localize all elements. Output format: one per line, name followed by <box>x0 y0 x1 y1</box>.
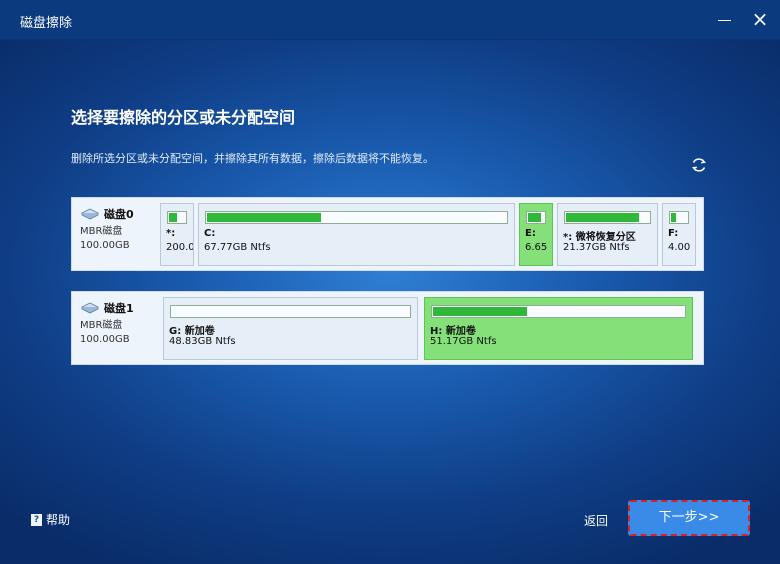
disk-info: 磁盘1 MBR磁盘 100.00GB <box>80 300 160 347</box>
disk-size: 100.00GB <box>80 240 130 251</box>
disk-name: 磁盘1 <box>104 302 134 315</box>
partition-block[interactable]: C: 67.77GB Ntfs <box>198 203 515 266</box>
usage-bar <box>170 305 411 318</box>
minimize-button[interactable] <box>712 8 736 32</box>
usage-bar <box>526 211 546 224</box>
partition-block[interactable]: G: 新加卷 48.83GB Ntfs <box>163 297 418 360</box>
help-label: 帮助 <box>46 513 71 527</box>
minimize-icon <box>717 20 731 21</box>
usage-bar <box>431 305 686 318</box>
partition-size: 200.0 <box>166 242 194 253</box>
refresh-icon[interactable] <box>690 156 708 174</box>
usage-fill <box>169 213 178 222</box>
usage-fill <box>433 307 527 316</box>
partition-label: G: 新加卷 <box>169 326 215 337</box>
partition-block[interactable]: H: 新加卷 51.17GB Ntfs <box>424 297 693 360</box>
page-heading: 选择要擦除的分区或未分配空间 <box>71 108 296 127</box>
partition-block[interactable]: F: 4.00 <box>662 203 696 266</box>
usage-bar <box>167 211 187 224</box>
partition-block[interactable]: *: 200.0 <box>160 203 194 266</box>
disk-type: MBR磁盘 <box>80 320 123 331</box>
back-button[interactable]: 返回 <box>584 512 608 529</box>
partition-label: *: 微将恢复分区 <box>563 232 636 243</box>
disk-name: 磁盘0 <box>104 208 134 221</box>
help-button[interactable]: ? 帮助 <box>31 511 70 528</box>
disk-size: 100.00GB <box>80 334 130 345</box>
close-button[interactable]: × <box>748 8 772 32</box>
partition-size: 6.65 <box>525 242 548 253</box>
partition-size: 21.37GB Ntfs <box>563 242 630 253</box>
usage-fill <box>671 213 677 222</box>
page-description: 删除所选分区或未分配空间，并擦除其所有数据，擦除后数据将不能恢复。 <box>71 152 434 165</box>
next-button[interactable]: 下一步>> <box>628 500 750 536</box>
usage-bar <box>564 211 651 224</box>
usage-fill <box>566 213 640 222</box>
partition-size: 48.83GB Ntfs <box>169 336 236 347</box>
usage-bar <box>669 211 689 224</box>
partition-block[interactable]: E: 6.65 <box>519 203 553 266</box>
disk-icon <box>81 208 99 220</box>
partition-label: F: <box>668 228 679 239</box>
partition-label: E: <box>525 228 536 239</box>
disk-info: 磁盘0 MBR磁盘 100.00GB <box>80 206 160 253</box>
partition-label: *: <box>166 228 176 239</box>
partition-size: 67.77GB Ntfs <box>204 242 271 253</box>
help-icon: ? <box>31 513 42 526</box>
partition-label: C: <box>204 228 216 239</box>
disk-row-0: 磁盘0 MBR磁盘 100.00GB *: 200.0 C: 67.77GB N… <box>71 197 704 271</box>
window-title: 磁盘擦除 <box>20 16 73 31</box>
title-bar: 磁盘擦除 × <box>0 0 780 40</box>
usage-fill <box>207 213 322 222</box>
partition-size: 4.00 <box>668 242 691 253</box>
disk-icon <box>81 302 99 314</box>
disk-type: MBR磁盘 <box>80 226 123 237</box>
usage-fill <box>528 213 541 222</box>
partition-label: H: 新加卷 <box>430 326 476 337</box>
partition-size: 51.17GB Ntfs <box>430 336 497 347</box>
usage-bar <box>205 211 508 224</box>
disk-row-1: 磁盘1 MBR磁盘 100.00GB G: 新加卷 48.83GB Ntfs H… <box>71 291 704 365</box>
partition-block[interactable]: *: 微将恢复分区 21.37GB Ntfs <box>557 203 658 266</box>
